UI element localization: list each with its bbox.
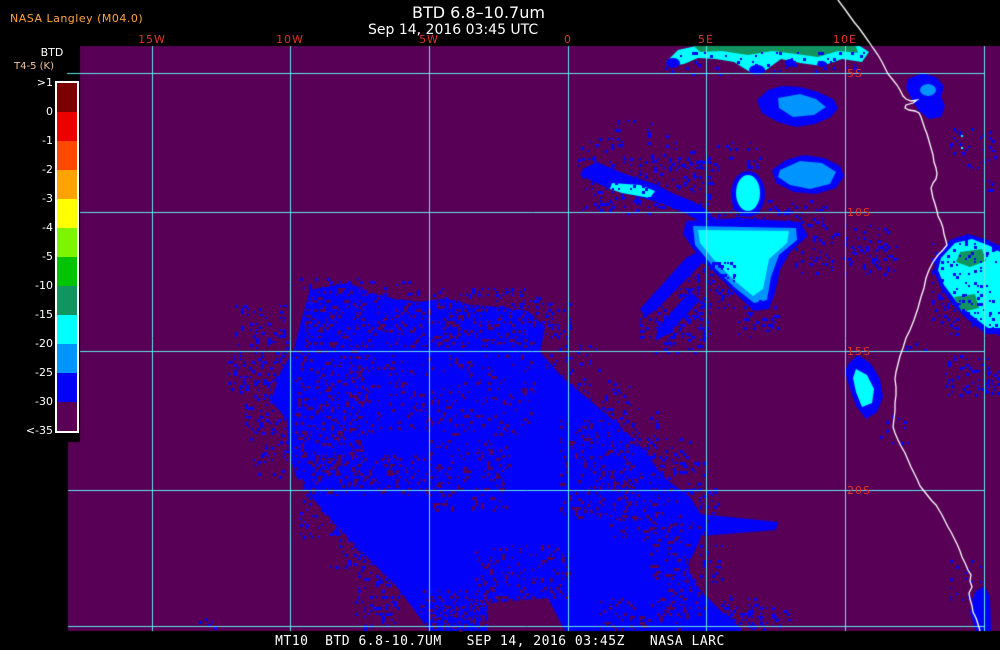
latitude-label: 20S <box>847 484 871 497</box>
legend-tick-label: <-35 <box>25 424 53 437</box>
legend-tick-label: -4 <box>42 221 53 234</box>
legend-color-box <box>57 199 77 228</box>
longitude-label: 10W <box>276 33 304 46</box>
latitude-label: 10S <box>847 206 871 219</box>
legend-heading: BTD <box>40 46 64 59</box>
legend-color-box <box>57 344 77 373</box>
legend-tick-label: -10 <box>35 279 53 292</box>
legend-color-box <box>57 257 77 286</box>
latitude-label: 15S <box>847 345 871 358</box>
legend-color-box <box>57 141 77 170</box>
legend-tick-label: -1 <box>42 134 53 147</box>
timestamp-subtitle: Sep 14, 2016 03:45 UTC <box>368 22 539 38</box>
longitude-label: 0 <box>564 33 572 46</box>
legend-units: T4-5 (K) <box>14 61 54 72</box>
legend-tick-label: -30 <box>35 395 53 408</box>
legend-color-box <box>57 228 77 257</box>
longitude-label: 15W <box>138 33 166 46</box>
legend-tick-label: -20 <box>35 337 53 350</box>
legend-color-box <box>57 315 77 344</box>
longitude-label: 5E <box>698 33 714 46</box>
legend-tick-label: -3 <box>42 192 53 205</box>
legend-tick-label: -2 <box>42 163 53 176</box>
legend-color-box <box>57 373 77 402</box>
legend-color-box <box>57 286 77 315</box>
btd-satellite-product: NASA Langley (M04.0) BTD 6.8–10.7um Sep … <box>0 0 1000 650</box>
legend-colorbar <box>55 81 79 433</box>
legend-color-box <box>57 83 77 112</box>
longitude-label: 5W <box>419 33 439 46</box>
legend-tick-label: >1 <box>36 76 53 89</box>
map-canvas <box>0 0 1000 650</box>
legend-color-box <box>57 112 77 141</box>
legend-color-box <box>57 402 77 431</box>
legend-tick-label: -25 <box>35 366 53 379</box>
legend-tick-label: -15 <box>35 308 53 321</box>
footer-caption: MT10 BTD 6.8-10.7UM SEP 14, 2016 03:45Z … <box>275 634 725 649</box>
legend-tick-label: 0 <box>46 105 53 118</box>
longitude-label: 10E <box>833 33 857 46</box>
legend-tick-label: -5 <box>42 250 53 263</box>
brand-label: NASA Langley (M04.0) <box>10 12 144 25</box>
latitude-label: 5S <box>847 67 863 80</box>
page-title: BTD 6.8–10.7um <box>412 3 545 22</box>
legend-color-box <box>57 170 77 199</box>
